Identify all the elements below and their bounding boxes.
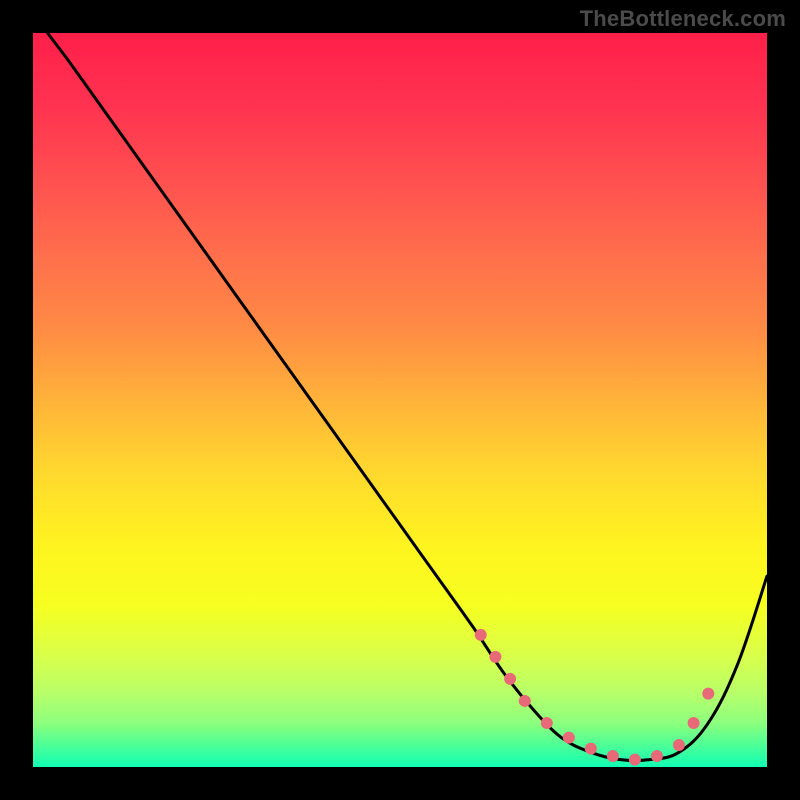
watermark-text: TheBottleneck.com bbox=[580, 6, 786, 32]
marker-point bbox=[541, 717, 553, 729]
marker-point bbox=[585, 743, 597, 755]
marker-point bbox=[702, 688, 714, 700]
marker-point bbox=[607, 750, 619, 762]
marker-point bbox=[629, 754, 641, 766]
marker-point bbox=[688, 717, 700, 729]
marker-point bbox=[519, 695, 531, 707]
marker-point bbox=[673, 739, 685, 751]
marker-point bbox=[651, 750, 663, 762]
chart-container: TheBottleneck.com bbox=[0, 0, 800, 800]
plot-background bbox=[33, 33, 767, 767]
bottleneck-chart bbox=[0, 0, 800, 800]
marker-point bbox=[563, 732, 575, 744]
marker-point bbox=[475, 629, 487, 641]
marker-point bbox=[489, 651, 501, 663]
marker-point bbox=[504, 673, 516, 685]
